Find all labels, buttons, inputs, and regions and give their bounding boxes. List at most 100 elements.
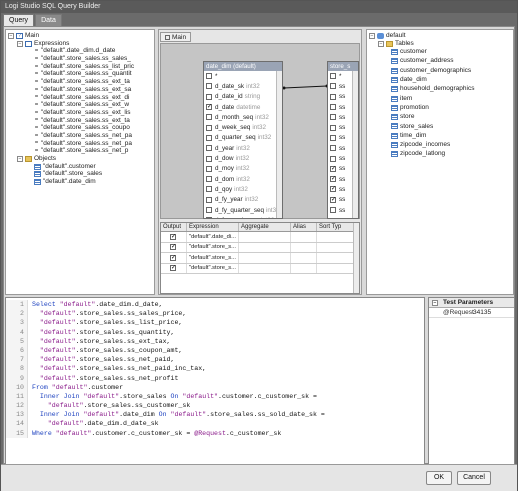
tree-node-tables[interactable]: − Tables [369,40,513,48]
table-field[interactable]: d_week_seq int32 [204,122,282,132]
table-box-title[interactable]: store_s [328,62,358,71]
field-checkbox[interactable] [206,207,212,213]
tree-item-expression[interactable]: = "default".date_dim.d_date [8,47,154,55]
table-box-date-dim[interactable]: date_dim (default) * d_date_sk int32 d_date… [203,61,283,219]
grid-cell-expression[interactable]: "default".date_di... [187,232,239,242]
grid-header[interactable]: Expression [187,223,239,231]
grid-cell[interactable] [239,253,291,263]
field-checkbox[interactable] [206,155,212,162]
field-checkbox[interactable] [330,207,336,213]
grid-row[interactable]: "default".store_s... [161,263,359,274]
field-checkbox[interactable] [330,83,336,90]
field-checkbox[interactable] [206,165,212,172]
table-field[interactable]: d_fy_quarter_seq int32 [204,205,282,215]
column-grid[interactable]: OutputExpressionAggregateAliasSort Typ "… [160,222,360,294]
diagram-canvas[interactable]: date_dim (default) * d_date_sk int32 d_date… [160,43,360,219]
tree-node-default[interactable]: − default [369,32,513,40]
tree-item-object[interactable]: "default".store_sales [8,170,154,178]
output-checkbox[interactable] [170,243,176,251]
field-checkbox[interactable] [206,134,212,141]
tree-item-table[interactable]: date_dim [369,75,513,84]
table-field[interactable]: d_date_sk int32 [204,81,282,91]
field-checkbox[interactable] [330,114,336,121]
grid-cell[interactable] [317,263,355,273]
grid-cell-expression[interactable]: "default".store_s... [187,242,239,252]
grid-cell-output[interactable] [161,253,187,263]
field-checkbox[interactable] [206,83,212,90]
table-field[interactable]: d_quarter_seq int32 [204,133,282,143]
field-checkbox[interactable] [330,104,336,111]
tree-item-expression[interactable]: = "default".store_sales.ss_net_pa [8,140,154,148]
grid-cell[interactable] [291,263,317,273]
tab-query[interactable]: Query [3,14,35,26]
tree-item-table[interactable]: zipcode_incomes [369,140,513,149]
field-checkbox[interactable] [330,185,336,193]
table-field[interactable]: d_month_seq int32 [204,112,282,122]
table-field[interactable]: * [204,71,282,81]
sql-editor[interactable]: 1 Select "default".date_dim.d_date, 2 "def… [5,297,425,465]
field-checkbox[interactable] [206,217,212,218]
table-field[interactable]: d_dow int32 [204,153,282,163]
tree-item-expression[interactable]: = "default".store_sales.ss_ext_ta [8,78,154,86]
output-checkbox[interactable] [170,254,176,261]
collapse-icon[interactable]: − [432,299,438,306]
grid-cell-expression[interactable]: "default".store_s... [187,253,239,263]
ok-button[interactable]: OK [426,471,452,485]
table-field[interactable]: d_fy_week_seqint32 [204,215,282,218]
field-checkbox[interactable] [206,176,212,183]
tree-item-object[interactable]: "default".customer [8,163,154,171]
tab-data[interactable]: Data [35,14,62,26]
field-checkbox[interactable] [330,155,336,162]
tree-item-expression[interactable]: = "default".store_sales.ss_ext_di [8,94,154,102]
scrollbar[interactable] [352,71,358,218]
tree-item-expression[interactable]: = "default".store_sales.ss_sales_ [8,55,154,63]
tree-item-table[interactable]: customer_demographics [369,66,513,75]
tree-item-expression[interactable]: = "default".store_sales.ss_ext_w [8,101,154,109]
table-field[interactable]: d_date_id string [204,92,282,102]
collapse-icon[interactable]: − [17,40,23,47]
query-structure-tree[interactable]: − ? Main − Expressions = "default".date_d… [5,29,155,295]
grid-cell[interactable] [291,242,317,252]
grid-cell[interactable] [317,232,355,242]
grid-header[interactable]: Output [161,223,187,231]
cancel-button[interactable]: Cancel [457,471,491,485]
grid-cell-expression[interactable]: "default".store_s... [187,263,239,273]
grid-cell[interactable] [291,253,317,263]
collapse-icon[interactable]: − [378,40,384,47]
tab-main-diagram[interactable]: Main [160,32,192,42]
tree-item-expression[interactable]: = "default".store_sales.ss_ext_lis [8,109,154,117]
grid-header[interactable]: Alias [291,223,317,231]
collapse-icon[interactable]: − [17,155,23,162]
field-checkbox[interactable] [206,93,212,100]
table-box-title[interactable]: date_dim (default) [204,62,282,71]
output-checkbox[interactable] [170,233,176,240]
tree-item-table[interactable]: promotion [369,103,513,112]
grid-row[interactable]: "default".store_s... [161,242,359,253]
collapse-icon[interactable]: − [8,32,14,39]
grid-cell[interactable] [239,242,291,252]
grid-cell[interactable] [239,232,291,242]
table-field[interactable]: d_qoy int32 [204,184,282,194]
tree-item-table[interactable]: store_sales [369,122,513,131]
field-checkbox[interactable] [206,196,212,203]
tree-item-table[interactable]: time_dim [369,131,513,140]
tree-item-table[interactable]: customer [369,47,513,56]
scrollbar[interactable] [353,223,359,293]
grid-cell[interactable] [291,232,317,242]
tree-item-expression[interactable]: = "default".store_sales.ss_ext_ta [8,117,154,125]
grid-cell[interactable] [239,263,291,273]
scrollbar[interactable] [276,71,282,218]
tree-node-main[interactable]: − ? Main [8,32,154,40]
field-checkbox[interactable] [330,165,336,172]
table-field[interactable]: d_year int32 [204,143,282,153]
tree-node-expressions[interactable]: − Expressions [8,40,154,48]
table-field[interactable]: d_datedatetime [204,102,282,112]
grid-cell-output[interactable] [161,232,187,242]
field-checkbox[interactable] [206,186,212,193]
tree-item-expression[interactable]: = "default".store_sales.ss_coupo [8,124,154,132]
grid-cell[interactable] [317,253,355,263]
database-tree[interactable]: − default − Tables customer customer_addr… [366,29,514,295]
tree-item-expression[interactable]: = "default".store_sales.ss_net_p [8,147,154,155]
field-checkbox[interactable] [330,73,336,80]
table-field[interactable]: d_dom int32 [204,174,282,184]
